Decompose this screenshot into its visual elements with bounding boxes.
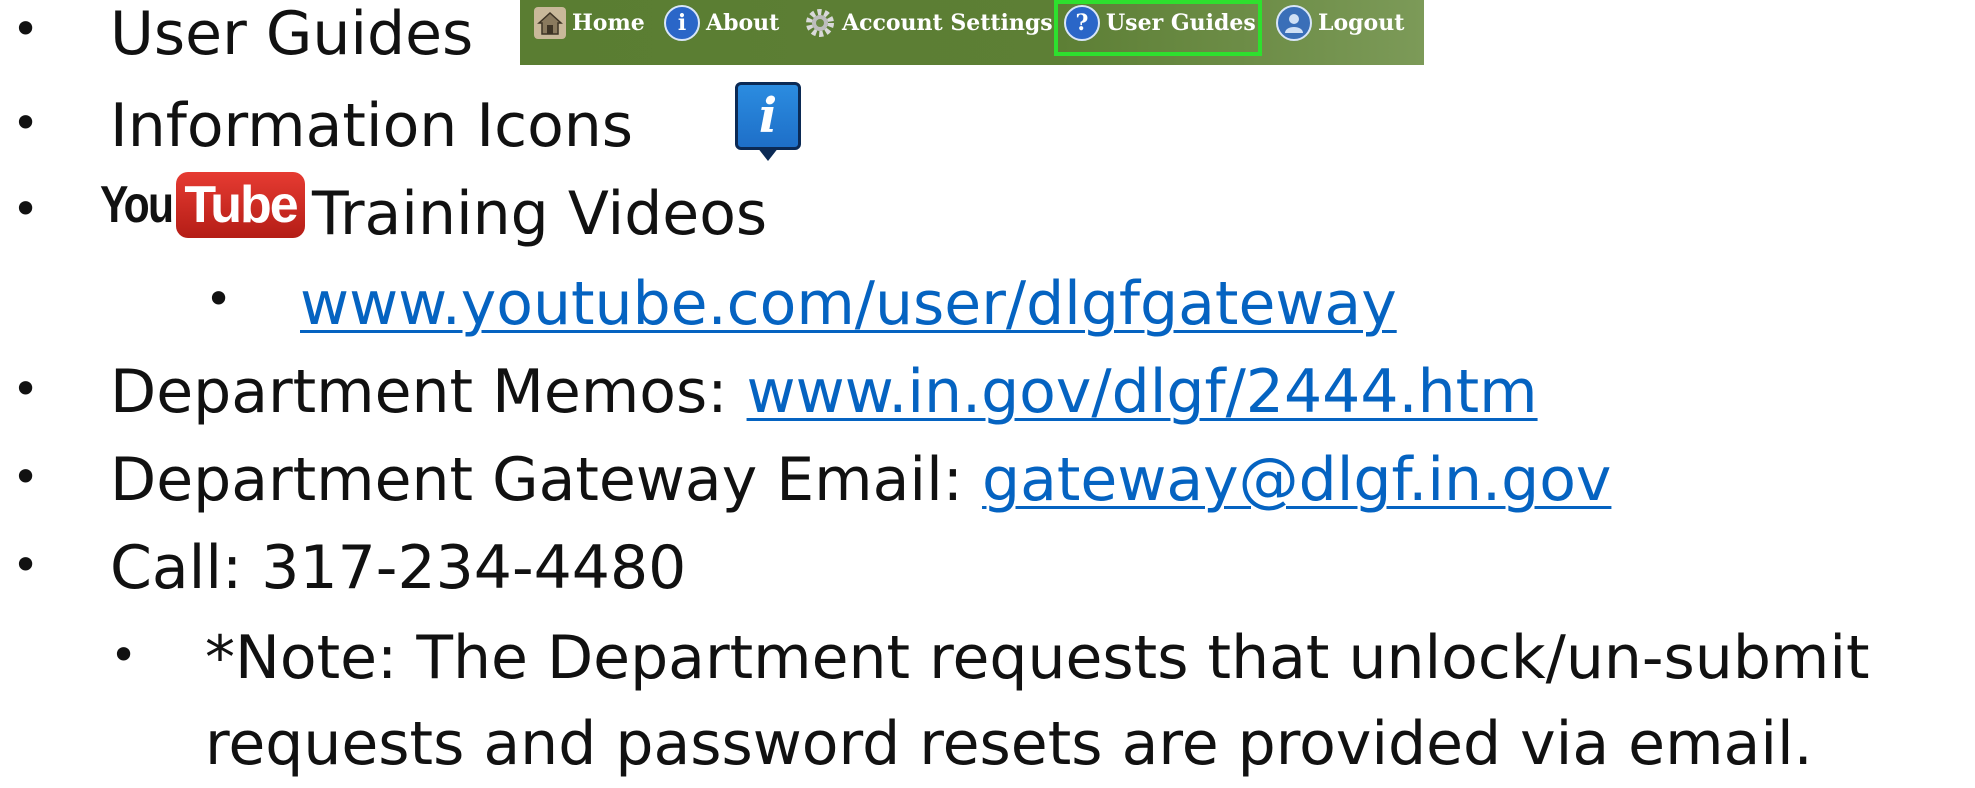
about-info-icon: i [664, 5, 700, 41]
bullet: • [12, 538, 40, 592]
information-icon: i [735, 82, 801, 150]
nav-home[interactable]: Home [534, 4, 645, 42]
bullet: • [12, 2, 40, 56]
nav-logout[interactable]: Logout [1276, 4, 1404, 42]
youtube-channel-link[interactable]: www.youtube.com/user/dlgfgateway [300, 268, 1397, 340]
bullet: • [12, 96, 40, 150]
nav-account-settings[interactable]: Account Settings [804, 4, 1053, 42]
youtube-logo-you: You [100, 176, 174, 234]
gear-icon [804, 7, 836, 39]
user-guides-text: User Guides [110, 0, 474, 69]
bullet: • [205, 272, 233, 326]
bullet: • [12, 362, 40, 416]
nav-home-label: Home [572, 10, 645, 36]
training-videos-text: Training Videos [312, 179, 768, 249]
nav-account-settings-label: Account Settings [842, 10, 1053, 36]
memos-label: Department Memos: [110, 357, 747, 427]
bullet: • [110, 628, 138, 682]
gateway-email-line: Department Gateway Email: gateway@dlgf.i… [110, 444, 1611, 516]
bullet: • [12, 182, 40, 236]
note-line-1: *Note: The Department requests that unlo… [205, 623, 1870, 693]
memos-link[interactable]: www.in.gov/dlgf/2444.htm [747, 357, 1538, 427]
highlight-box [1054, 0, 1262, 56]
nav-logout-label: Logout [1318, 10, 1405, 36]
youtube-logo-tube: Tube [176, 172, 305, 238]
call-text: Call: 317-234-4480 [110, 533, 687, 603]
email-link[interactable]: gateway@dlgf.in.gov [982, 445, 1611, 515]
nav-about-label: About [706, 10, 780, 36]
department-memos-line: Department Memos: www.in.gov/dlgf/2444.h… [110, 356, 1538, 428]
information-icon-tail [757, 147, 779, 161]
nav-about[interactable]: i About [664, 4, 779, 42]
home-icon [534, 7, 566, 39]
note-line-2: requests and password resets are provide… [205, 709, 1813, 779]
bullet: • [12, 450, 40, 504]
youtube-logo: You Tube [100, 170, 305, 240]
information-icons-text: Information Icons [110, 91, 634, 161]
nav-bar: Home i About Account Settings ? User Gui… [520, 0, 1424, 65]
email-label: Department Gateway Email: [110, 445, 983, 515]
logout-user-icon [1276, 5, 1312, 41]
